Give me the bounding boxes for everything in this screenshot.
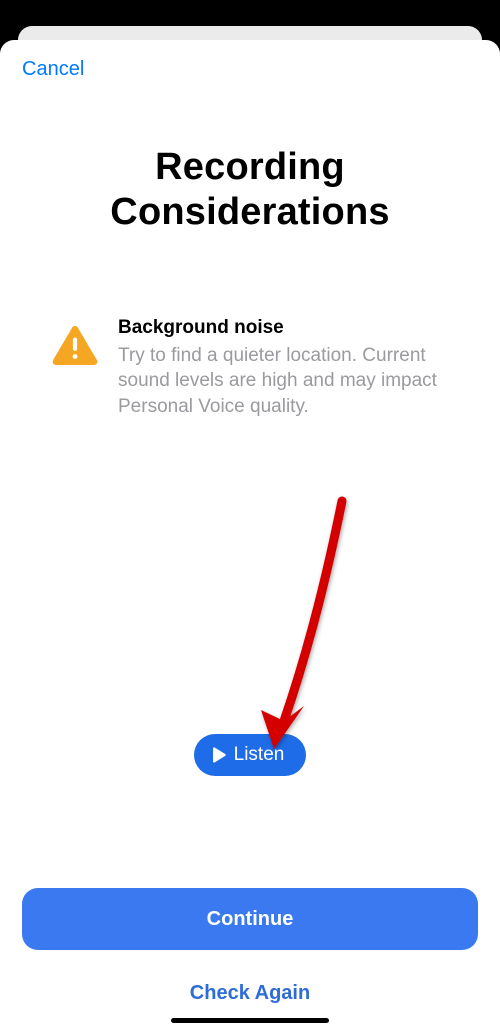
listen-container: Listen [0,734,500,776]
page-title: Recording Considerations [0,145,500,235]
consideration-body: Try to find a quieter location. Current … [118,343,470,420]
consideration-heading: Background noise [118,317,470,339]
cancel-button[interactable]: Cancel [22,58,84,81]
annotation-arrow-icon [252,495,362,765]
modal-sheet: Cancel Recording Considerations Backgrou… [0,40,500,1031]
nav-bar: Cancel [0,40,500,81]
page-title-line1: Recording [155,146,345,188]
home-indicator [171,1018,329,1023]
consideration-text: Background noise Try to find a quieter l… [118,317,470,420]
listen-label: Listen [234,744,285,766]
listen-button[interactable]: Listen [194,734,307,776]
continue-button[interactable]: Continue [22,888,478,950]
consideration-row: Background noise Try to find a quieter l… [0,317,500,420]
bottom-actions: Continue Check Again [0,888,500,1011]
play-icon [212,747,226,763]
page-title-line2: Considerations [110,191,389,233]
warning-triangle-icon [52,325,98,367]
check-again-button[interactable]: Check Again [22,976,478,1011]
